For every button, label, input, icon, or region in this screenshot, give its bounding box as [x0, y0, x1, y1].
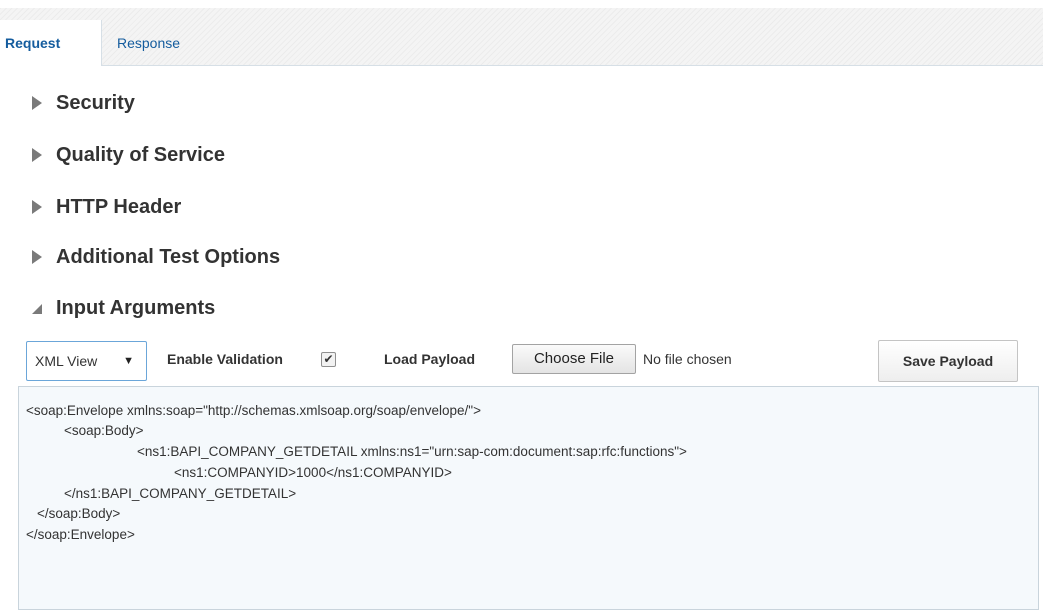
section-label: Quality of Service	[56, 143, 225, 166]
code-line: <soap:Body>	[64, 423, 144, 438]
section-additional-test-options[interactable]: Additional Test Options	[32, 242, 280, 272]
tab-response[interactable]: Response	[109, 20, 188, 66]
file-status: No file chosen	[643, 351, 732, 367]
triangle-right-icon	[32, 250, 42, 264]
code-line: <soap:Envelope xmlns:soap="http://schema…	[26, 403, 481, 418]
code-line: <ns1:COMPANYID>1000</ns1:COMPANYID>	[174, 465, 452, 480]
triangle-right-icon	[32, 96, 42, 110]
section-label: HTTP Header	[56, 195, 182, 218]
section-security[interactable]: Security	[32, 88, 135, 118]
save-payload-button[interactable]: Save Payload	[878, 340, 1018, 382]
triangle-right-icon	[32, 200, 42, 214]
chevron-down-icon: ▼	[123, 355, 134, 367]
triangle-down-icon	[32, 304, 42, 314]
section-http-header[interactable]: HTTP Header	[32, 192, 181, 222]
payload-editor[interactable]: <soap:Envelope xmlns:soap="http://schema…	[18, 386, 1039, 610]
view-select[interactable]: XML View ▼	[26, 341, 147, 381]
load-payload-label: Load Payload	[384, 351, 476, 367]
code-line: <ns1:BAPI_COMPANY_GETDETAIL xmlns:ns1="u…	[137, 444, 687, 459]
section-input-arguments[interactable]: Input Arguments	[32, 293, 215, 323]
section-label: Input Arguments	[56, 296, 216, 319]
tab-request[interactable]: Request	[0, 20, 102, 66]
section-label: Security	[56, 91, 135, 114]
code-line: </soap:Body>	[37, 506, 121, 521]
tab-bar: Request Response	[0, 8, 1043, 66]
enable-validation-checkbox[interactable]: ✔	[321, 352, 336, 367]
section-quality-of-service[interactable]: Quality of Service	[32, 140, 225, 170]
view-select-value: XML View	[35, 353, 98, 369]
code-line: </soap:Envelope>	[26, 527, 135, 542]
triangle-right-icon	[32, 148, 42, 162]
checkmark-icon: ✔	[323, 352, 334, 366]
section-label: Additional Test Options	[56, 245, 281, 268]
enable-validation-label: Enable Validation	[167, 351, 283, 367]
choose-file-button[interactable]: Choose File	[512, 344, 636, 374]
payload-toolbar: XML View ▼ Enable Validation ✔ Load Payl…	[0, 340, 1043, 386]
code-line: </ns1:BAPI_COMPANY_GETDETAIL>	[64, 486, 297, 501]
